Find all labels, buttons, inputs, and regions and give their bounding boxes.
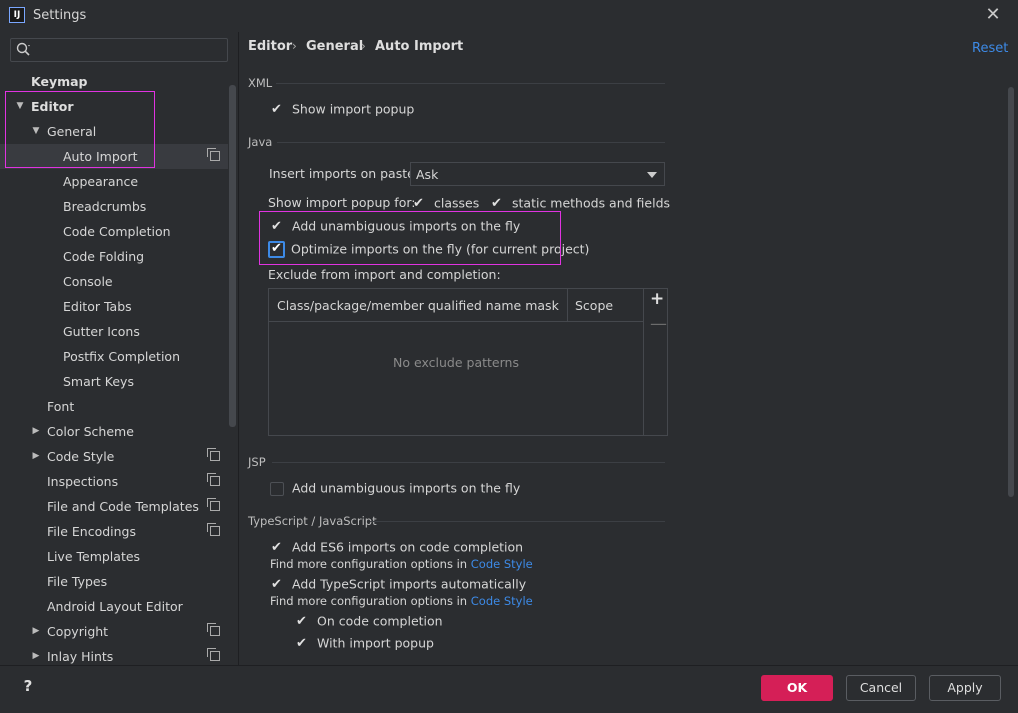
highlight-box-options <box>259 211 561 265</box>
es6-imports-checkbox[interactable] <box>270 538 284 558</box>
tree-scrollbar[interactable] <box>229 85 236 427</box>
section-divider <box>276 83 665 84</box>
code-style-link[interactable]: Code Style <box>471 557 533 571</box>
tree-item-copyright[interactable]: ▶ Copyright <box>0 619 228 644</box>
app-logo-icon: IJ <box>9 7 25 23</box>
remove-icon[interactable]: — <box>650 314 667 334</box>
breadcrumb-separator: › <box>361 39 366 53</box>
tree-item-font[interactable]: Font <box>0 394 228 419</box>
tree-item-gutter-icons[interactable]: Gutter Icons <box>0 319 228 344</box>
tree-item-console[interactable]: Console <box>0 269 228 294</box>
tree-item-code-completion[interactable]: Code Completion <box>0 219 228 244</box>
xml-show-popup-checkbox[interactable] <box>270 100 284 120</box>
column-header-scope[interactable]: Scope <box>575 298 613 313</box>
settings-search[interactable] <box>10 38 228 62</box>
tree-item-editor-tabs[interactable]: Editor Tabs <box>0 294 228 319</box>
tree-item-file-code-templates[interactable]: File and Code Templates <box>0 494 228 519</box>
breadcrumb-item: Auto Import <box>375 39 464 54</box>
section-title-java: Java <box>248 135 273 149</box>
project-scope-icon <box>207 448 220 461</box>
static-methods-checkbox[interactable] <box>490 194 504 214</box>
tree-item-code-style[interactable]: ▶ Code Style <box>0 444 228 469</box>
help-icon[interactable]: ? <box>17 675 39 697</box>
title-bar: IJ Settings ✕ <box>0 0 1018 32</box>
xml-show-popup-option[interactable]: Show import popup <box>270 99 414 120</box>
toolbar-separator <box>643 289 644 435</box>
tree-item-file-encodings[interactable]: File Encodings <box>0 519 228 544</box>
search-input[interactable] <box>41 41 225 61</box>
jsp-add-unambiguous-option[interactable]: Add unambiguous imports on the fly <box>270 478 520 498</box>
tree-item-inlay-hints[interactable]: ▶ Inlay Hints <box>0 644 228 665</box>
insert-imports-label: Insert imports on paste: <box>269 166 420 181</box>
highlight-box-editor <box>5 91 155 168</box>
tree-item-code-folding[interactable]: Code Folding <box>0 244 228 269</box>
with-popup-option[interactable]: With import popup <box>295 633 434 654</box>
exclude-table: Class/package/member qualified name mask… <box>268 288 668 436</box>
on-completion-option[interactable]: On code completion <box>295 611 443 632</box>
project-scope-icon <box>207 648 220 661</box>
config-hint: Find more configuration options in Code … <box>270 557 533 571</box>
section-divider <box>277 142 665 143</box>
ok-button[interactable]: OK <box>761 675 833 701</box>
with-popup-checkbox[interactable] <box>295 634 309 654</box>
popup-for-label: Show import popup for: <box>268 195 416 210</box>
ts-auto-imports-option[interactable]: Add TypeScript imports automatically <box>270 574 526 595</box>
collapsed-arrow-icon[interactable]: ▶ <box>30 644 42 665</box>
tree-item-color-scheme[interactable]: ▶ Color Scheme <box>0 419 228 444</box>
tree-item-postfix-completion[interactable]: Postfix Completion <box>0 344 228 369</box>
jsp-add-unambiguous-checkbox[interactable] <box>270 481 284 496</box>
collapsed-arrow-icon[interactable]: ▶ <box>30 444 42 469</box>
section-divider <box>370 521 665 522</box>
window-title: Settings <box>33 8 87 23</box>
collapsed-arrow-icon[interactable]: ▶ <box>30 419 42 444</box>
tree-item-breadcrumbs[interactable]: Breadcrumbs <box>0 194 228 219</box>
classes-checkbox[interactable] <box>412 194 426 214</box>
insert-imports-value: Ask <box>416 167 439 182</box>
search-icon <box>16 42 30 56</box>
project-scope-icon <box>207 473 220 486</box>
section-divider <box>272 462 665 463</box>
apply-button[interactable]: Apply <box>929 675 1001 701</box>
code-style-link[interactable]: Code Style <box>471 594 533 608</box>
tree-item-live-templates[interactable]: Live Templates <box>0 544 228 569</box>
section-title-jsp: JSP <box>248 455 266 469</box>
project-scope-icon <box>207 523 220 536</box>
project-scope-icon <box>207 148 220 161</box>
project-scope-icon <box>207 498 220 511</box>
cancel-button[interactable]: Cancel <box>846 675 916 701</box>
config-hint: Find more configuration options in Code … <box>270 594 533 608</box>
tree-item-appearance[interactable]: Appearance <box>0 169 228 194</box>
ts-auto-imports-checkbox[interactable] <box>270 575 284 595</box>
tree-item-android-layout-editor[interactable]: Android Layout Editor <box>0 594 228 619</box>
classes-option[interactable]: classes <box>412 193 479 214</box>
project-scope-icon <box>207 623 220 636</box>
add-icon[interactable]: + <box>650 289 664 309</box>
section-title-xml: XML <box>248 76 273 90</box>
reset-link[interactable]: Reset <box>972 41 1008 56</box>
table-empty-text: No exclude patterns <box>393 355 519 370</box>
tree-item-file-types[interactable]: File Types <box>0 569 228 594</box>
insert-imports-select[interactable]: Ask <box>410 162 665 186</box>
tree-item-inspections[interactable]: Inspections <box>0 469 228 494</box>
tree-item-smart-keys[interactable]: Smart Keys <box>0 369 228 394</box>
content-scrollbar[interactable] <box>1008 87 1014 497</box>
collapsed-arrow-icon[interactable]: ▶ <box>30 619 42 644</box>
breadcrumb-item[interactable]: General <box>306 39 363 54</box>
section-title-typescript: TypeScript / JavaScript <box>248 514 377 528</box>
static-methods-option[interactable]: static methods and fields <box>490 193 670 214</box>
breadcrumb-separator: › <box>292 39 297 53</box>
column-separator <box>567 289 568 321</box>
breadcrumb-item[interactable]: Editor <box>248 39 292 54</box>
es6-imports-option[interactable]: Add ES6 imports on code completion <box>270 537 523 558</box>
close-icon[interactable]: ✕ <box>984 4 1002 25</box>
dropdown-caret-icon <box>647 172 657 178</box>
on-completion-checkbox[interactable] <box>295 612 309 632</box>
column-header-mask[interactable]: Class/package/member qualified name mask <box>277 298 559 313</box>
exclude-label: Exclude from import and completion: <box>268 267 501 282</box>
panel-divider[interactable] <box>238 32 239 666</box>
table-header: Class/package/member qualified name mask… <box>269 289 643 322</box>
